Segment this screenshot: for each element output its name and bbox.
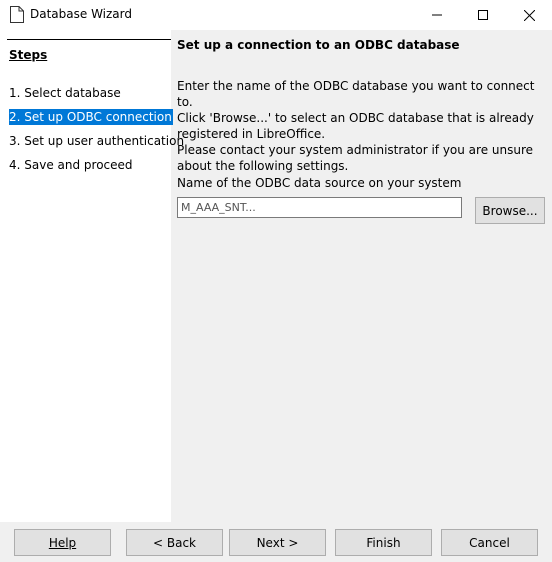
browse-button[interactable]: Browse... [475, 197, 545, 224]
description-line: Click 'Browse...' to select an ODBC data… [177, 111, 534, 141]
page-title: Set up a connection to an ODBC database [177, 38, 460, 52]
minimize-button[interactable] [414, 0, 460, 30]
help-button-label: Help [48, 535, 77, 550]
cancel-button[interactable]: Cancel [441, 529, 538, 556]
next-button-label: Next > [256, 535, 299, 550]
back-button[interactable]: < Back [126, 529, 223, 556]
close-icon [523, 9, 535, 21]
button-bar: Help < Back Next > Finish Cancel [0, 522, 552, 562]
cancel-button-label: Cancel [469, 535, 510, 550]
title-bar: Database Wizard [0, 0, 552, 30]
steps-divider [7, 39, 171, 40]
description: Enter the name of the ODBC database you … [177, 78, 549, 174]
close-button[interactable] [506, 0, 552, 30]
maximize-button[interactable] [460, 0, 506, 30]
main-content: Set up a connection to an ODBC database … [171, 30, 552, 522]
dsn-input[interactable] [177, 197, 462, 218]
steps-panel: Steps 1. Select database 2. Set up ODBC … [0, 30, 184, 522]
browse-button-label: Browse... [482, 203, 538, 218]
minimize-icon [432, 14, 442, 16]
window-title: Database Wizard [30, 7, 132, 21]
finish-button[interactable]: Finish [335, 529, 432, 556]
next-button[interactable]: Next > [229, 529, 326, 556]
step-set-up-odbc-connection[interactable]: 2. Set up ODBC connection [9, 109, 173, 125]
document-icon [10, 6, 24, 23]
step-save-and-proceed[interactable]: 4. Save and proceed [9, 157, 133, 173]
dsn-label: Name of the ODBC data source on your sys… [177, 176, 462, 190]
database-wizard-window: Database Wizard Steps 1. Select database… [0, 0, 552, 562]
step-select-database[interactable]: 1. Select database [9, 85, 121, 101]
description-line: Enter the name of the ODBC database you … [177, 79, 535, 109]
maximize-icon [478, 10, 488, 20]
steps-title: Steps [9, 48, 48, 62]
finish-button-label: Finish [366, 535, 401, 550]
back-button-label: < Back [152, 535, 196, 550]
description-line: Please contact your system administrator… [177, 143, 534, 173]
step-set-up-user-authentication[interactable]: 3. Set up user authentication [9, 133, 184, 149]
help-button[interactable]: Help [14, 529, 111, 556]
